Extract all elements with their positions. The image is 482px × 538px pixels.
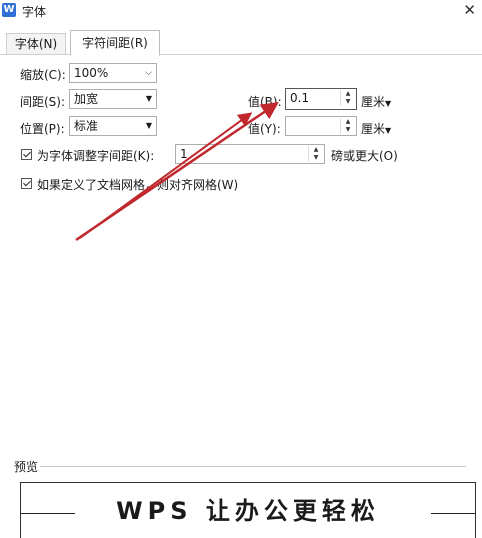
position-label: 位置(P): bbox=[20, 122, 65, 136]
spacing-unit-dropdown[interactable]: 厘米▼ bbox=[361, 93, 391, 110]
spacing-amount-input[interactable]: 0.1 ▲ ▼ bbox=[285, 88, 357, 110]
preview-divider bbox=[40, 466, 466, 467]
scale-label: 缩放(C): bbox=[20, 68, 66, 82]
dialog-title: 字体 bbox=[22, 5, 47, 19]
position-value: 标准 bbox=[74, 119, 99, 133]
grid-label: 如果定义了文档网格，则对齐网格(W) bbox=[37, 178, 239, 192]
grid-checkbox[interactable] bbox=[21, 178, 32, 189]
tab-font[interactable]: 字体(N) bbox=[6, 33, 66, 54]
chevron-down-icon: ⌵ bbox=[145, 68, 152, 78]
spacing-amount-spinner[interactable]: ▲ ▼ bbox=[340, 90, 355, 106]
preview-box: WPS 让办公更轻松 bbox=[20, 482, 476, 538]
kerning-label: 为字体调整字间距(K): bbox=[37, 149, 155, 163]
scale-value: 100% bbox=[74, 66, 109, 80]
position-unit-dropdown[interactable]: 厘米▼ bbox=[361, 120, 391, 137]
title-bar: W 字体 ✕ bbox=[0, 0, 482, 22]
spacing-label: 间距(S): bbox=[20, 95, 66, 109]
spacing-amount-value: 0.1 bbox=[290, 91, 310, 105]
kerning-suffix: 磅或更大(O) bbox=[331, 149, 398, 163]
kerning-input[interactable]: 1 ▲ ▼ bbox=[175, 144, 325, 164]
spacing-amount-label: 值(B): bbox=[248, 95, 282, 109]
position-select[interactable]: 标准 ▼ bbox=[69, 116, 157, 136]
caret-down-icon: ▼ bbox=[145, 121, 152, 130]
kerning-spinner[interactable]: ▲ ▼ bbox=[308, 146, 323, 162]
preview-sample-text: WPS 让办公更轻松 bbox=[116, 497, 380, 525]
spacing-select[interactable]: 加宽 ▼ bbox=[69, 89, 157, 109]
spacing-unit: 厘米 bbox=[361, 95, 386, 109]
spacing-value: 加宽 bbox=[74, 92, 99, 106]
position-amount-spinner[interactable]: ▲ ▼ bbox=[340, 118, 355, 134]
scale-select[interactable]: 100% ⌵ bbox=[69, 63, 157, 83]
caret-down-icon: ▼ bbox=[145, 94, 152, 103]
position-amount-label: 值(Y): bbox=[248, 122, 281, 136]
position-amount-input[interactable]: ▲ ▼ bbox=[285, 116, 357, 136]
position-unit: 厘米 bbox=[361, 122, 386, 136]
kerning-value: 1 bbox=[180, 147, 188, 161]
wps-app-icon: W bbox=[2, 3, 16, 17]
close-icon[interactable]: ✕ bbox=[463, 0, 476, 20]
preview-label: 预览 bbox=[14, 460, 39, 474]
tab-character-spacing[interactable]: 字符间距(R) bbox=[70, 30, 160, 56]
kerning-checkbox[interactable] bbox=[21, 149, 32, 160]
